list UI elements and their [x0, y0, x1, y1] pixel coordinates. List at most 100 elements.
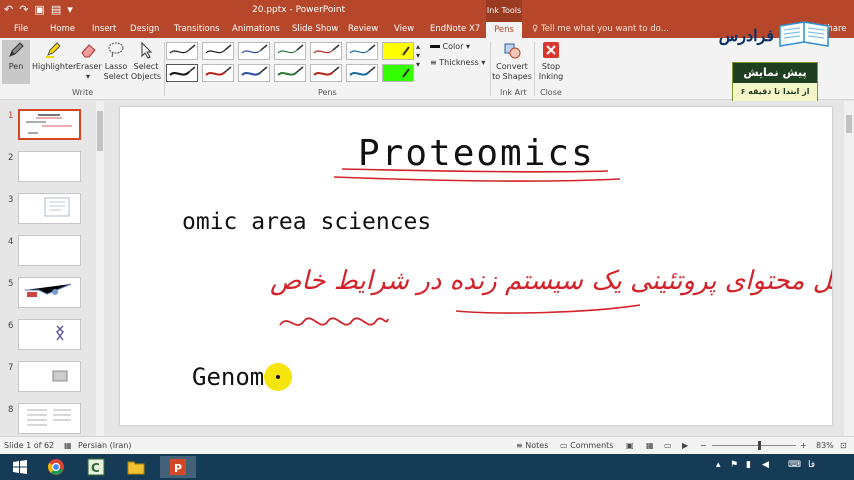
chrome-icon[interactable] — [38, 456, 74, 478]
ink-tools-context-label: Ink Tools — [486, 0, 522, 22]
slide-thumbnail-1[interactable]: 1 — [0, 109, 96, 145]
pen-preset-12[interactable] — [274, 64, 306, 82]
thumbnail-preview — [18, 193, 81, 224]
pen-preset-10[interactable] — [202, 64, 234, 82]
comments-button[interactable]: ▭ Comments — [560, 441, 613, 450]
pen-preset-14[interactable] — [346, 64, 378, 82]
shapes-icon — [502, 40, 522, 60]
tell-me-search[interactable]: ♀ Tell me what you want to do... — [532, 24, 669, 34]
language-indicator[interactable]: Persian (Iran) — [78, 441, 132, 450]
tab-file[interactable]: File — [14, 24, 28, 34]
pen-preset-9[interactable] — [166, 64, 198, 82]
select-objects-button[interactable]: Select Objects — [130, 40, 162, 82]
flag-icon[interactable]: ⚑ — [730, 460, 738, 470]
keyboard-icon[interactable]: ⌨ — [788, 460, 801, 470]
zoom-slider-track[interactable] — [712, 445, 796, 446]
scroll-thumb[interactable] — [97, 111, 103, 151]
tab-insert[interactable]: Insert — [92, 24, 116, 34]
notes-button[interactable]: ≡ Notes — [516, 441, 548, 450]
undo-icon[interactable]: ↶ — [4, 3, 13, 16]
reading-view-icon[interactable]: ▭ — [664, 441, 672, 450]
slideshow-icon[interactable]: ▶ — [682, 441, 688, 450]
book-logo-icon — [778, 20, 830, 50]
present-icon[interactable]: ▤ — [51, 3, 61, 16]
file-explorer-icon[interactable] — [118, 456, 154, 478]
slide-thumbnail-4[interactable]: 4 — [0, 235, 96, 271]
pen-preset-6[interactable] — [346, 42, 378, 60]
fit-slide-icon[interactable]: ⊡ — [840, 441, 847, 450]
status-bar: Slide 1 of 62 ▦ Persian (Iran) ≡ Notes ▭… — [0, 436, 854, 454]
zoom-slider-thumb[interactable] — [758, 441, 761, 450]
ribbon-separator — [534, 42, 535, 96]
slide-thumbnail-3[interactable]: 3 — [0, 193, 96, 229]
close-icon — [541, 40, 561, 60]
zoom-in-button[interactable]: + — [800, 441, 807, 450]
normal-view-icon[interactable]: ▣ — [626, 441, 634, 450]
lasso-icon — [106, 40, 126, 60]
group-label-close: Close — [540, 88, 562, 97]
stop-inking-button[interactable]: Stop Inking — [536, 40, 566, 82]
ribbon-separator — [490, 42, 491, 96]
tab-home[interactable]: Home — [50, 24, 75, 34]
customize-qat-icon[interactable]: ▾ — [67, 3, 73, 16]
tab-endnote[interactable]: EndNote X7 — [430, 24, 480, 34]
pen-preset-3[interactable] — [238, 42, 270, 60]
tab-animations[interactable]: Animations — [232, 24, 280, 34]
pen-preset-15[interactable] — [382, 64, 414, 82]
title-bar: ↶ ↷ ▣ ▤ ▾ 20.pptx - PowerPoint Ink Tools — [0, 0, 854, 22]
pen-button[interactable]: Pen — [2, 40, 30, 84]
tab-pens[interactable]: Pens — [486, 22, 522, 38]
pen-preset-2[interactable] — [202, 42, 234, 60]
redo-icon[interactable]: ↷ — [19, 3, 28, 16]
highlighter-button[interactable]: Highlighter — [32, 40, 76, 72]
persian-underline — [455, 304, 641, 314]
zoom-level[interactable]: 83% — [816, 441, 834, 450]
tab-slide-show[interactable]: Slide Show — [292, 24, 338, 34]
slide-sorter-icon[interactable]: ▦ — [646, 441, 654, 450]
tab-transitions[interactable]: Transitions — [174, 24, 220, 34]
slide-scrollbar[interactable] — [844, 101, 854, 436]
tab-review[interactable]: Review — [348, 24, 378, 34]
convert-to-shapes-button[interactable]: Convert to Shapes — [492, 40, 532, 82]
tab-design[interactable]: Design — [130, 24, 159, 34]
input-language[interactable]: فا — [808, 460, 815, 470]
slide-canvas[interactable]: Proteomics omic area sciences کل محتوای … — [120, 107, 850, 425]
volume-icon[interactable]: ◀ — [762, 460, 769, 470]
thumbnail-preview — [18, 277, 81, 308]
pens-gallery-scroll[interactable]: ▴ ▾ ▾ — [416, 42, 420, 69]
svg-text:P: P — [174, 462, 182, 475]
persian-definition-ink: کل محتوای پروتئینی یک سیستم زنده در شرای… — [270, 266, 832, 296]
pen-preset-4[interactable] — [274, 42, 306, 60]
notes-icon: ≡ — [516, 441, 526, 450]
lasso-select-button[interactable]: Lasso Select — [102, 40, 130, 82]
slide-thumbnail-6[interactable]: 6 — [0, 319, 96, 355]
windows-start-icon[interactable] — [2, 456, 38, 478]
proofing-icon[interactable]: ▦ — [64, 441, 72, 450]
ribbon-separator — [164, 42, 165, 96]
svg-text:C: C — [91, 461, 100, 475]
slide-thumbnail-5[interactable]: 5 — [0, 277, 96, 313]
chevron-down-icon: ▾ — [85, 72, 90, 81]
thumbnail-preview — [18, 319, 81, 350]
tab-view[interactable]: View — [394, 24, 414, 34]
group-label-write: Write — [72, 88, 94, 97]
network-icon[interactable]: ▮ — [746, 460, 751, 470]
slide-thumbnail-8[interactable]: 8 — [0, 403, 96, 439]
pen-thickness-button[interactable]: ≡ Thickness ▾ — [430, 58, 485, 67]
tray-expand-icon[interactable]: ▴ — [716, 460, 721, 470]
slide-thumbnail-2[interactable]: 2 — [0, 151, 96, 187]
save-icon[interactable]: ▣ — [34, 3, 44, 16]
zoom-out-button[interactable]: − — [700, 441, 707, 450]
eraser-button[interactable]: Eraser ▾ — [76, 40, 102, 82]
scroll-thumb[interactable] — [846, 115, 852, 133]
pen-preset-7[interactable] — [382, 42, 414, 60]
pen-preset-11[interactable] — [238, 64, 270, 82]
slide-thumbnail-7[interactable]: 7 — [0, 361, 96, 397]
thumbnail-scrollbar[interactable] — [96, 101, 104, 436]
pen-preset-5[interactable] — [310, 42, 342, 60]
powerpoint-taskbar-icon[interactable]: P — [160, 456, 196, 478]
pen-color-button[interactable]: Color ▾ — [430, 42, 470, 51]
camtasia-icon[interactable]: C — [78, 456, 114, 478]
pen-preset-1[interactable] — [166, 42, 198, 60]
pen-preset-13[interactable] — [310, 64, 342, 82]
